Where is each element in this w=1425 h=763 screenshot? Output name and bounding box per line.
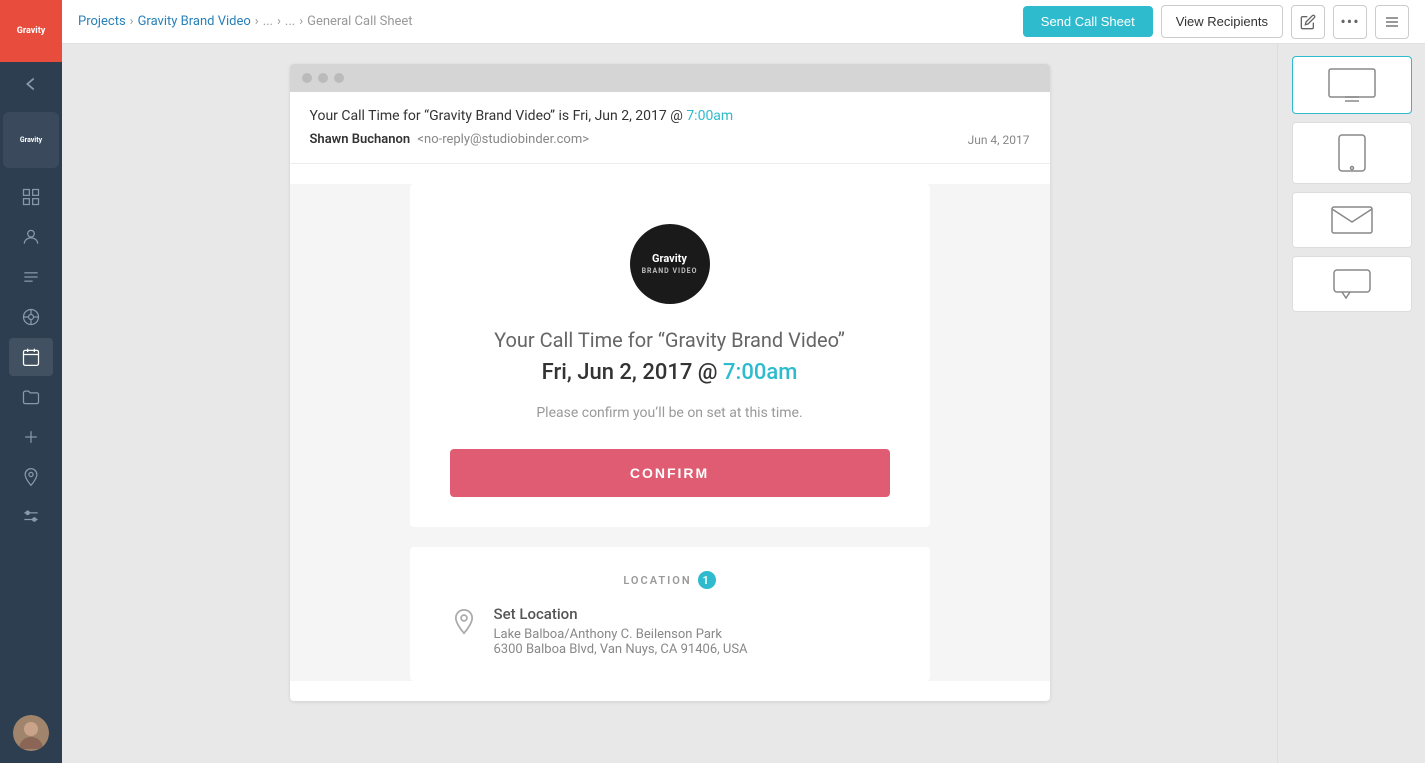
breadcrumb-sep3: › [277, 14, 281, 29]
sidebar-item-contacts[interactable] [9, 218, 53, 256]
location-pin-icon [450, 607, 478, 647]
tablet-preview-thumb[interactable] [1292, 122, 1412, 184]
email-card-datetime: Fri, Jun 2, 2017 @ 7:00am [450, 360, 890, 385]
more-options-button[interactable]: ••• [1333, 5, 1367, 39]
location-header-text: LOCATION [623, 574, 691, 587]
email-date: Jun 4, 2017 [968, 133, 1030, 147]
email-header: Your Call Time for “Gravity Brand Video”… [290, 92, 1050, 164]
location-address-line1: Lake Balboa/Anthony C. Beilenson Park [494, 627, 748, 642]
project-badge[interactable]: Gravity [3, 112, 59, 168]
email-card: Gravity BRAND VIDEO Your Call Time for “… [410, 184, 930, 527]
sidebar-item-wheel[interactable] [9, 298, 53, 336]
sidebar-item-folder[interactable] [9, 378, 53, 416]
breadcrumb-project[interactable]: Gravity Brand Video [138, 14, 251, 29]
breadcrumb-dots1: ... [263, 14, 273, 29]
sidebar-item-filters[interactable] [9, 498, 53, 536]
main-area: Projects › Gravity Brand Video › ... › .… [62, 0, 1425, 763]
confirm-button[interactable]: CONFIRM [450, 449, 890, 497]
location-name: Set Location [494, 605, 748, 623]
email-subject: Your Call Time for “Gravity Brand Video”… [310, 108, 1030, 124]
list-view-button[interactable] [1375, 5, 1409, 39]
email-body: Gravity BRAND VIDEO Your Call Time for “… [290, 184, 1050, 681]
preview-panel: Your Call Time for “Gravity Brand Video”… [62, 44, 1277, 763]
email-subject-text: Your Call Time for “Gravity Brand Video”… [310, 108, 683, 124]
sidebar-item-schedule[interactable] [9, 258, 53, 296]
sidebar-nav [0, 174, 62, 540]
breadcrumb: Projects › Gravity Brand Video › ... › .… [78, 14, 413, 29]
location-details: Set Location Lake Balboa/Anthony C. Beil… [494, 605, 748, 657]
location-row: Set Location Lake Balboa/Anthony C. Beil… [450, 605, 890, 657]
email-confirm-message: Please confirm you’ll be on set at this … [450, 405, 890, 421]
email-from-row: Shawn Buchanon <no-reply@studiobinder.co… [310, 132, 1030, 147]
browser-bar [290, 64, 1050, 92]
breadcrumb-sep2: › [255, 14, 259, 29]
content-area: Your Call Time for “Gravity Brand Video”… [62, 44, 1425, 763]
user-avatar[interactable] [13, 715, 49, 751]
sidebar-item-calendar[interactable] [9, 338, 53, 376]
inbox-preview-thumb[interactable] [1292, 192, 1412, 248]
email-subject-time: 7:00am [686, 108, 733, 124]
browser-dot-3 [334, 73, 344, 83]
location-header: LOCATION 1 [450, 571, 890, 589]
app-logo-text: Gravity [17, 26, 46, 37]
sidebar-item-add[interactable] [9, 418, 53, 456]
breadcrumb-sep1: › [130, 14, 134, 29]
device-panel [1277, 44, 1425, 763]
email-card-title: Your Call Time for “Gravity Brand Video” [450, 328, 890, 352]
breadcrumb-page: General Call Sheet [307, 14, 412, 29]
location-section: LOCATION 1 Set Location [410, 547, 930, 681]
email-container: Your Call Time for “Gravity Brand Video”… [290, 64, 1050, 701]
email-logo-text: Gravity BRAND VIDEO [642, 252, 698, 275]
breadcrumb-dots2: ... [285, 14, 295, 29]
sidebar-item-dashboard[interactable] [9, 178, 53, 216]
edit-button[interactable] [1291, 5, 1325, 39]
app-logo[interactable]: Gravity [0, 0, 62, 62]
breadcrumb-projects[interactable]: Projects [78, 14, 126, 29]
breadcrumb-sep4: › [299, 14, 303, 29]
sidebar-bottom [13, 715, 49, 763]
ellipsis-icon: ••• [1340, 12, 1359, 31]
location-count-badge: 1 [698, 571, 716, 589]
browser-dot-1 [302, 73, 312, 83]
email-from-address: <no-reply@studiobinder.com> [417, 132, 589, 147]
email-from-info: Shawn Buchanon <no-reply@studiobinder.co… [310, 132, 590, 147]
back-button[interactable] [0, 62, 62, 106]
project-badge-text: Gravity [20, 136, 42, 144]
topbar: Projects › Gravity Brand Video › ... › .… [62, 0, 1425, 44]
email-logo: Gravity BRAND VIDEO [630, 224, 710, 304]
send-call-sheet-button[interactable]: Send Call Sheet [1023, 6, 1153, 37]
email-card-date: Fri, Jun 2, 2017 @ [542, 360, 718, 385]
desktop-preview-thumb[interactable] [1292, 56, 1412, 114]
email-card-time: 7:00am [723, 360, 797, 385]
sidebar-item-location[interactable] [9, 458, 53, 496]
comment-preview-thumb[interactable] [1292, 256, 1412, 312]
email-from-name: Shawn Buchanon [310, 132, 411, 147]
browser-dot-2 [318, 73, 328, 83]
location-address-line2: 6300 Balboa Blvd, Van Nuys, CA 91406, US… [494, 642, 748, 657]
sidebar: Gravity Gravity [0, 0, 62, 763]
view-recipients-button[interactable]: View Recipients [1161, 5, 1283, 38]
